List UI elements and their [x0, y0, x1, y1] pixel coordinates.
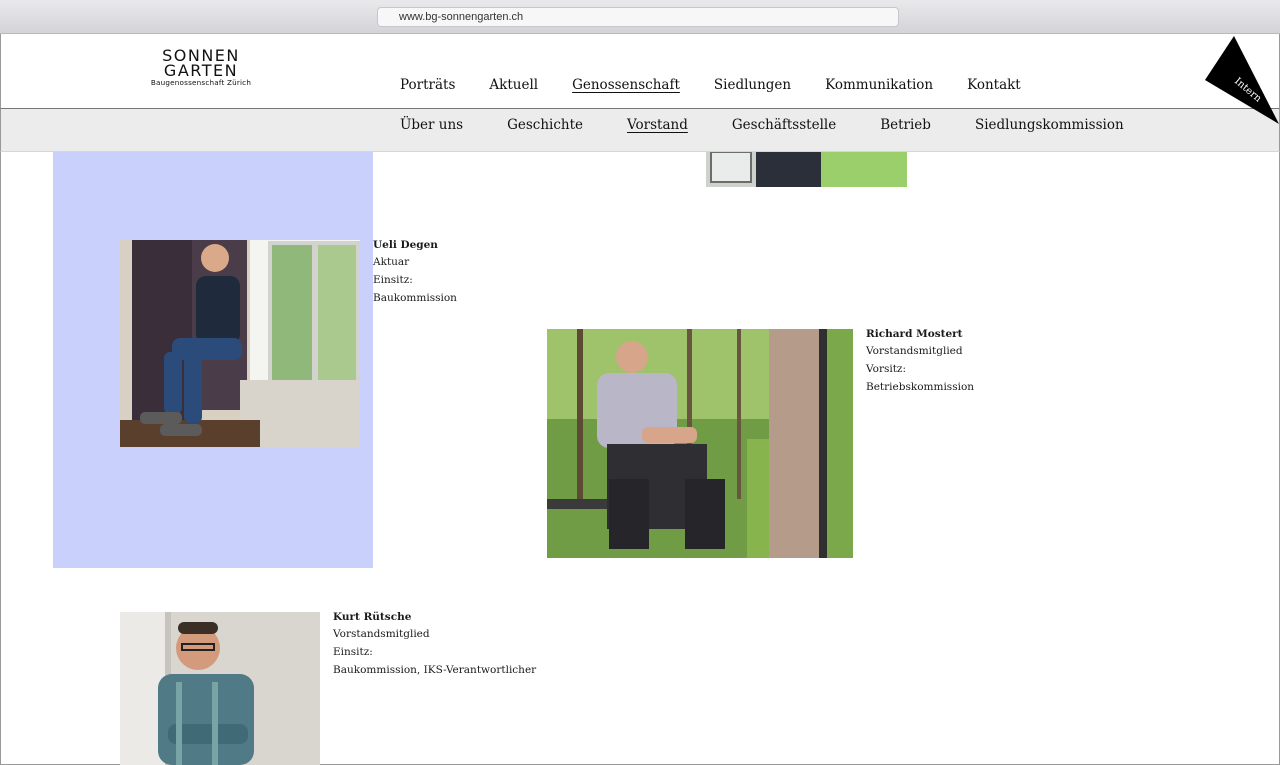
subnav-geschaeftsstelle[interactable]: Geschäftsstelle — [732, 117, 836, 133]
member-role: Aktuar — [373, 256, 410, 268]
member-label: Einsitz: — [373, 274, 413, 286]
subnav-siedlungskommission[interactable]: Siedlungskommission — [975, 117, 1124, 133]
intern-corner-tab[interactable]: Intern — [1200, 34, 1280, 126]
logo-tagline: Baugenossenschaft Zürich — [150, 78, 252, 87]
member-label: Vorsitz: — [866, 363, 906, 375]
browser-toolbar: www.bg-sonnengarten.ch — [0, 0, 1280, 34]
nav-kommunikation[interactable]: Kommunikation — [825, 77, 933, 93]
main-nav: Porträts Aktuell Genossenschaft Siedlung… — [400, 77, 1055, 93]
member-info-richard-mostert: Richard Mostert Vorstandsmitglied Vorsit… — [866, 327, 974, 396]
nav-portraets[interactable]: Porträts — [400, 77, 455, 93]
member-name: Richard Mostert — [866, 328, 963, 340]
subnav-betrieb[interactable]: Betrieb — [880, 117, 931, 133]
nav-siedlungen[interactable]: Siedlungen — [714, 77, 791, 93]
logo-line-2: GARTEN — [163, 61, 239, 80]
subnav-vorstand[interactable]: Vorstand — [627, 117, 688, 133]
nav-genossenschaft[interactable]: Genossenschaft — [572, 77, 680, 93]
member-label: Einsitz: — [333, 646, 373, 658]
member-role: Vorstandsmitglied — [333, 628, 430, 640]
subnav-ueber-uns[interactable]: Über uns — [400, 117, 463, 133]
member-detail: Baukommission — [373, 292, 457, 304]
member-photo-partial — [706, 152, 907, 187]
member-photo-ueli-degen — [120, 240, 360, 447]
member-role: Vorstandsmitglied — [866, 345, 963, 357]
nav-kontakt[interactable]: Kontakt — [967, 77, 1021, 93]
sub-nav: Über uns Geschichte Vorstand Geschäftsst… — [400, 117, 1168, 133]
subnav-geschichte[interactable]: Geschichte — [507, 117, 583, 133]
member-name: Ueli Degen — [373, 239, 438, 251]
logo[interactable]: SONNEN GARTEN Baugenossenschaft Zürich — [146, 48, 256, 88]
member-detail: Baukommission, IKS-Verantwortlicher — [333, 664, 537, 676]
member-detail: Betriebskommission — [866, 381, 975, 393]
member-info-kurt-ruetsche: Kurt Rütsche Vorstandsmitglied Einsitz: … — [333, 610, 536, 679]
address-bar[interactable]: www.bg-sonnengarten.ch — [377, 7, 899, 27]
member-name: Kurt Rütsche — [333, 611, 412, 623]
member-photo-kurt-ruetsche — [120, 612, 320, 765]
nav-aktuell[interactable]: Aktuell — [489, 77, 538, 93]
member-photo-richard-mostert — [547, 329, 853, 558]
member-info-ueli-degen: Ueli Degen Aktuar Einsitz: Baukommission — [373, 238, 457, 307]
